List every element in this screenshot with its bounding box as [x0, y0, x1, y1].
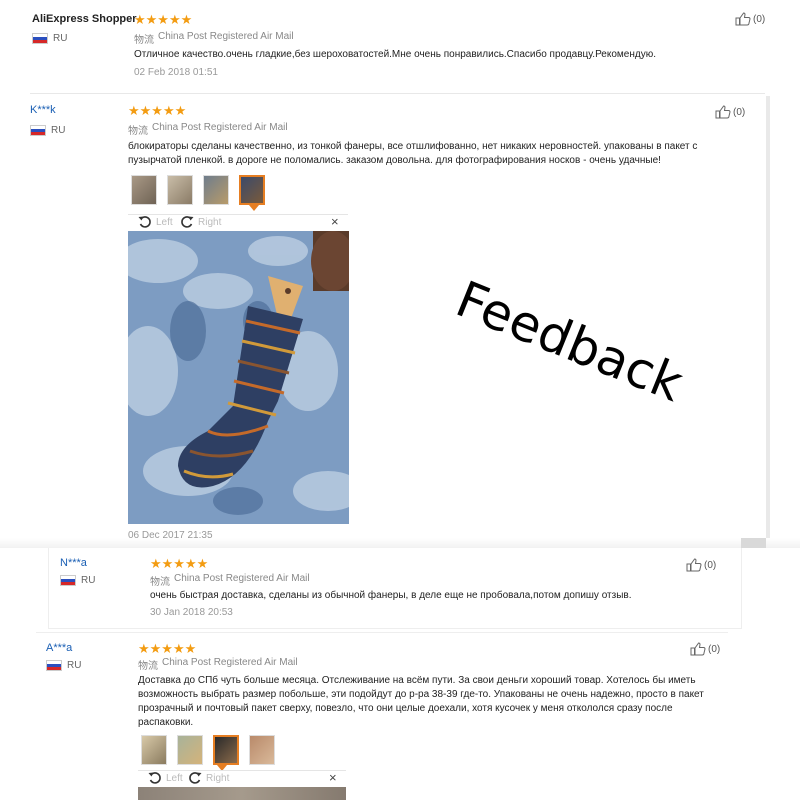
shipping-method: China Post Registered Air Mail	[152, 122, 288, 133]
helpful-button[interactable]: (0)	[690, 642, 720, 656]
photo-thumbnail[interactable]	[141, 735, 167, 765]
shipping-label: 物流	[150, 577, 170, 588]
divider	[36, 632, 728, 633]
rotate-right-label: Right	[198, 216, 222, 228]
rating-stars: ★★★★★	[138, 641, 197, 656]
thumbs-up-icon	[686, 558, 702, 572]
reviewer-name[interactable]: N***a	[60, 557, 87, 569]
helpful-count: (0)	[753, 13, 766, 25]
review-text: Отличное качество.очень гладкие,без шеро…	[134, 49, 656, 60]
rotate-right-icon	[189, 772, 202, 784]
close-viewer-button[interactable]: ×	[331, 214, 339, 229]
country-code: RU	[81, 575, 96, 586]
helpful-button[interactable]: (0)	[686, 558, 716, 572]
photo-thumbnail[interactable]	[131, 175, 157, 205]
photo-thumbnail-selected[interactable]	[239, 175, 265, 205]
shipping-label: 物流	[134, 35, 154, 46]
review-text-line: возможность выбрать размер побольше, эти…	[138, 689, 704, 700]
rotate-left-button[interactable]: Left	[138, 215, 173, 229]
review-text: Доставка до СПб чуть больше месяца. Отсл…	[138, 674, 738, 730]
photo-thumbnail[interactable]	[177, 735, 203, 765]
rotate-right-button[interactable]: Right	[180, 215, 221, 229]
country-code: RU	[51, 125, 66, 136]
helpful-count: (0)	[733, 106, 746, 118]
reviewer-name[interactable]: A***a	[46, 642, 72, 654]
feedback-overlay-label: Feedback	[448, 270, 691, 413]
reviewer-name[interactable]: AliExpress Shopper	[32, 13, 137, 25]
review-date: 30 Jan 2018 20:53	[150, 607, 233, 618]
rotate-right-label: Right	[206, 772, 230, 784]
photo-thumbnail[interactable]	[249, 735, 275, 765]
rotate-left-icon	[148, 772, 161, 784]
reviewer-country: RU	[32, 33, 67, 44]
shipping-method: China Post Registered Air Mail	[162, 657, 298, 668]
sock-photo-image	[128, 231, 349, 524]
shipping-method: China Post Registered Air Mail	[158, 31, 294, 42]
helpful-button[interactable]: (0)	[735, 12, 765, 26]
photo-thumbnail-selected[interactable]	[213, 735, 239, 765]
divider	[30, 93, 765, 94]
reviewer-name[interactable]: K***k	[30, 104, 56, 116]
helpful-count: (0)	[708, 643, 721, 655]
shipping-info: 物流 China Post Registered Air Mail	[134, 31, 294, 46]
selected-pointer	[249, 205, 259, 211]
shipping-info: 物流 China Post Registered Air Mail	[150, 573, 310, 588]
photo-thumbnails	[141, 735, 275, 765]
section-gap-edge	[741, 538, 766, 548]
close-viewer-button[interactable]: ×	[329, 770, 337, 785]
photo-thumbnails	[131, 175, 265, 205]
review-photo	[128, 231, 349, 524]
thumbs-up-icon	[690, 642, 706, 656]
reviewer-country: RU	[60, 575, 95, 586]
rating-stars: ★★★★★	[150, 556, 209, 571]
rating-stars: ★★★★★	[134, 12, 193, 27]
reviewer-country: RU	[46, 660, 81, 671]
rotate-left-label: Left	[156, 216, 173, 228]
reviewer-country: RU	[30, 125, 65, 136]
thumbs-up-icon	[715, 105, 731, 119]
rating-stars: ★★★★★	[128, 103, 187, 118]
review-photo	[138, 787, 346, 800]
review-date: 02 Feb 2018 01:51	[134, 67, 218, 78]
review-text: блокираторы сделаны качественно, из тонк…	[128, 140, 768, 168]
country-code: RU	[53, 33, 68, 44]
rotate-right-button[interactable]: Right	[188, 771, 229, 785]
russia-flag-icon	[46, 660, 62, 671]
review-text-line: распаковки.	[138, 717, 194, 728]
photo-thumbnail[interactable]	[203, 175, 229, 205]
rotate-left-label: Left	[166, 772, 183, 784]
helpful-count: (0)	[704, 559, 717, 571]
shipping-label: 物流	[138, 661, 158, 672]
review-text-line: Доставка до СПб чуть больше месяца. Отсл…	[138, 675, 696, 686]
review-text-line: блокираторы сделаны качественно, из тонк…	[128, 141, 698, 152]
shipping-info: 物流 China Post Registered Air Mail	[128, 122, 288, 137]
section-gap	[0, 538, 800, 548]
russia-flag-icon	[30, 125, 46, 136]
russia-flag-icon	[60, 575, 76, 586]
photo-thumbnail[interactable]	[167, 175, 193, 205]
rotate-left-button[interactable]: Left	[148, 771, 183, 785]
shipping-info: 物流 China Post Registered Air Mail	[138, 657, 298, 672]
shipping-label: 物流	[128, 126, 148, 137]
review-text-line: пузырчатой пленкой. в дороге не поломали…	[128, 155, 661, 166]
country-code: RU	[67, 660, 82, 671]
russia-flag-icon	[32, 33, 48, 44]
thumbs-up-icon	[735, 12, 751, 26]
rotate-right-icon	[181, 216, 194, 228]
review-text-line: прозрачный и почтовый пакет сверху, пове…	[138, 703, 673, 714]
helpful-button[interactable]: (0)	[715, 105, 745, 119]
shipping-method: China Post Registered Air Mail	[174, 573, 310, 584]
review-text: очень быстрая доставка, сделаны из обычн…	[150, 590, 632, 601]
rotate-left-icon	[138, 216, 151, 228]
